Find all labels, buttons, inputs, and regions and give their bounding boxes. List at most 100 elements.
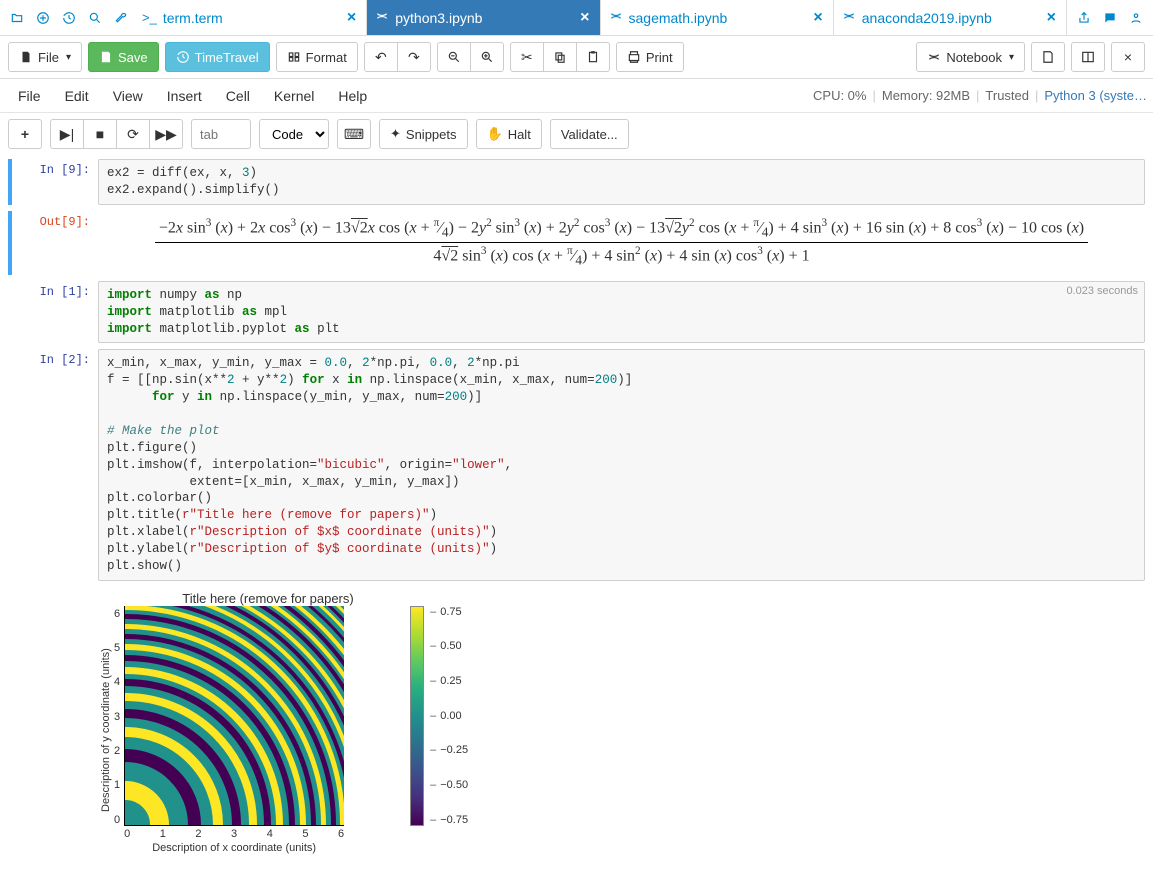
heatmap-canvas xyxy=(124,606,344,826)
keyboard-button[interactable]: ⌨ xyxy=(337,119,371,149)
x-ticks: 0 1 2 3 4 5 6 xyxy=(124,826,344,840)
close-icon[interactable]: × xyxy=(811,9,824,27)
insert-cell-button[interactable]: + xyxy=(8,119,42,149)
menu-kernel[interactable]: Kernel xyxy=(262,82,326,110)
chat-icon[interactable] xyxy=(1097,5,1123,31)
timing-label: 0.023 seconds xyxy=(1066,284,1138,299)
trusted-indicator[interactable]: Trusted xyxy=(985,88,1029,103)
users-icon[interactable] xyxy=(1123,5,1149,31)
plot-output: Title here (remove for papers) Descripti… xyxy=(8,587,1145,854)
menu-cell[interactable]: Cell xyxy=(214,82,262,110)
tab-sagemath[interactable]: sagemath.ipynb × xyxy=(601,0,834,35)
tab-input[interactable] xyxy=(191,119,251,149)
kernel-status: CPU: 0% | Memory: 92MB | Trusted | Pytho… xyxy=(813,88,1147,103)
memory-indicator: Memory: 92MB xyxy=(882,88,970,103)
tab-anaconda2019[interactable]: anaconda2019.ipynb × xyxy=(834,0,1067,35)
menu-insert[interactable]: Insert xyxy=(155,82,214,110)
x-axis-label: Description of x coordinate (units) xyxy=(124,842,344,854)
clipboard-group: ✂ xyxy=(510,42,610,72)
menu-help[interactable]: Help xyxy=(326,82,379,110)
snippets-button[interactable]: ✦ Snippets xyxy=(379,119,468,149)
button-label: Print xyxy=(646,50,673,65)
interrupt-button[interactable]: ■ xyxy=(83,119,117,149)
paste-button[interactable] xyxy=(576,42,610,72)
tab-term[interactable]: >_ term.term × xyxy=(134,0,367,35)
topbar-right xyxy=(1067,5,1153,31)
code-input[interactable]: 0.023 secondsimport numpy as np import m… xyxy=(98,281,1145,344)
button-label: TimeTravel xyxy=(195,50,259,65)
out-prompt: Out[9]: xyxy=(12,211,98,275)
jupyter-icon xyxy=(609,9,623,26)
in-prompt: In [1]: xyxy=(8,281,98,344)
print-button[interactable]: Print xyxy=(616,42,684,72)
jupyter-menu-bar: File Edit View Insert Cell Kernel Help C… xyxy=(0,79,1153,113)
cpu-indicator: CPU: 0% xyxy=(813,88,866,103)
terminal-icon: >_ xyxy=(142,10,157,25)
copy-button[interactable] xyxy=(543,42,577,72)
code-cell[interactable]: In [9]: ex2 = diff(ex, x, 3) ex2.expand(… xyxy=(8,159,1145,205)
jupyter-icon xyxy=(842,9,856,26)
button-label: Snippets xyxy=(406,127,457,142)
code-cell[interactable]: In [2]: x_min, x_max, y_min, y_max = 0.0… xyxy=(8,349,1145,580)
button-label: Save xyxy=(118,50,148,65)
cell-output: Out[9]: −2x sin3 (x) + 2x cos3 (x) − 13√… xyxy=(8,211,1145,275)
undo-redo-group: ↶ ↷ xyxy=(364,42,431,72)
file-toolbar: File ▾ Save TimeTravel Format ↶ ↷ ✂ Pr xyxy=(0,36,1153,79)
halt-button[interactable]: ✋ Halt xyxy=(476,119,542,149)
redo-button[interactable]: ↷ xyxy=(397,42,431,72)
menu-file[interactable]: File xyxy=(6,82,53,110)
kernel-name[interactable]: Python 3 (syste… xyxy=(1044,88,1147,103)
close-button[interactable]: × xyxy=(1111,42,1145,72)
code-input[interactable]: ex2 = diff(ex, x, 3) ex2.expand().simpli… xyxy=(98,159,1145,205)
save-icon-button[interactable] xyxy=(1031,42,1065,72)
code-input[interactable]: x_min, x_max, y_min, y_max = 0.0, 2*np.p… xyxy=(98,349,1145,580)
run-next-button[interactable]: ▶| xyxy=(50,119,84,149)
button-label: Notebook xyxy=(946,50,1002,65)
close-icon[interactable]: × xyxy=(578,9,591,27)
button-label: Halt xyxy=(508,127,531,142)
run-all-button[interactable]: ▶▶ xyxy=(149,119,183,149)
jupyter-icon xyxy=(375,9,389,26)
tab-label: python3.ipynb xyxy=(395,10,578,26)
colorbar: 0.75 0.50 0.25 0.00 −0.25 −0.50 −0.75 xyxy=(410,606,468,826)
cut-button[interactable]: ✂ xyxy=(510,42,544,72)
restart-button[interactable]: ⟳ xyxy=(116,119,150,149)
zoom-group xyxy=(437,42,504,72)
button-label: Validate... xyxy=(561,127,618,142)
format-button[interactable]: Format xyxy=(276,42,358,72)
wrench-icon[interactable] xyxy=(108,5,134,31)
folder-open-icon[interactable] xyxy=(4,5,30,31)
run-controls-group: ▶| ■ ⟳ ▶▶ xyxy=(50,119,183,149)
save-button[interactable]: Save xyxy=(88,42,159,72)
close-icon[interactable]: × xyxy=(1045,9,1058,27)
history-icon[interactable] xyxy=(56,5,82,31)
zoom-out-button[interactable] xyxy=(437,42,471,72)
menu-edit[interactable]: Edit xyxy=(53,82,101,110)
split-view-button[interactable] xyxy=(1071,42,1105,72)
tab-label: anaconda2019.ipynb xyxy=(862,10,1045,26)
search-icon[interactable] xyxy=(82,5,108,31)
plot-title: Title here (remove for papers) xyxy=(138,591,398,606)
hand-icon: ✋ xyxy=(487,126,503,142)
validate-button[interactable]: Validate... xyxy=(550,119,629,149)
code-cell[interactable]: In [1]: 0.023 secondsimport numpy as np … xyxy=(8,281,1145,344)
app-top-bar: >_ term.term × python3.ipynb × sagemath.… xyxy=(0,0,1153,36)
in-prompt: In [2]: xyxy=(8,349,98,580)
tab-strip: >_ term.term × python3.ipynb × sagemath.… xyxy=(134,0,1067,35)
undo-button[interactable]: ↶ xyxy=(364,42,398,72)
close-icon[interactable]: × xyxy=(345,9,358,27)
cell-type-select[interactable]: Code xyxy=(259,119,329,149)
tab-label: sagemath.ipynb xyxy=(629,10,812,26)
notebook-menu-button[interactable]: Notebook ▾ xyxy=(916,42,1025,72)
tab-python3[interactable]: python3.ipynb × xyxy=(367,0,600,35)
timetravel-button[interactable]: TimeTravel xyxy=(165,42,270,72)
plus-circle-icon[interactable] xyxy=(30,5,56,31)
menu-view[interactable]: View xyxy=(101,82,155,110)
zoom-in-button[interactable] xyxy=(470,42,504,72)
caret-down-icon: ▾ xyxy=(1009,52,1014,63)
file-menu-button[interactable]: File ▾ xyxy=(8,42,82,72)
notebook-toolbar: + ▶| ■ ⟳ ▶▶ Code ⌨ ✦ Snippets ✋ Halt Val… xyxy=(0,113,1153,155)
latex-output: −2x sin3 (x) + 2x cos3 (x) − 13√2x cos (… xyxy=(98,211,1145,275)
share-icon[interactable] xyxy=(1071,5,1097,31)
in-prompt: In [9]: xyxy=(12,159,98,205)
